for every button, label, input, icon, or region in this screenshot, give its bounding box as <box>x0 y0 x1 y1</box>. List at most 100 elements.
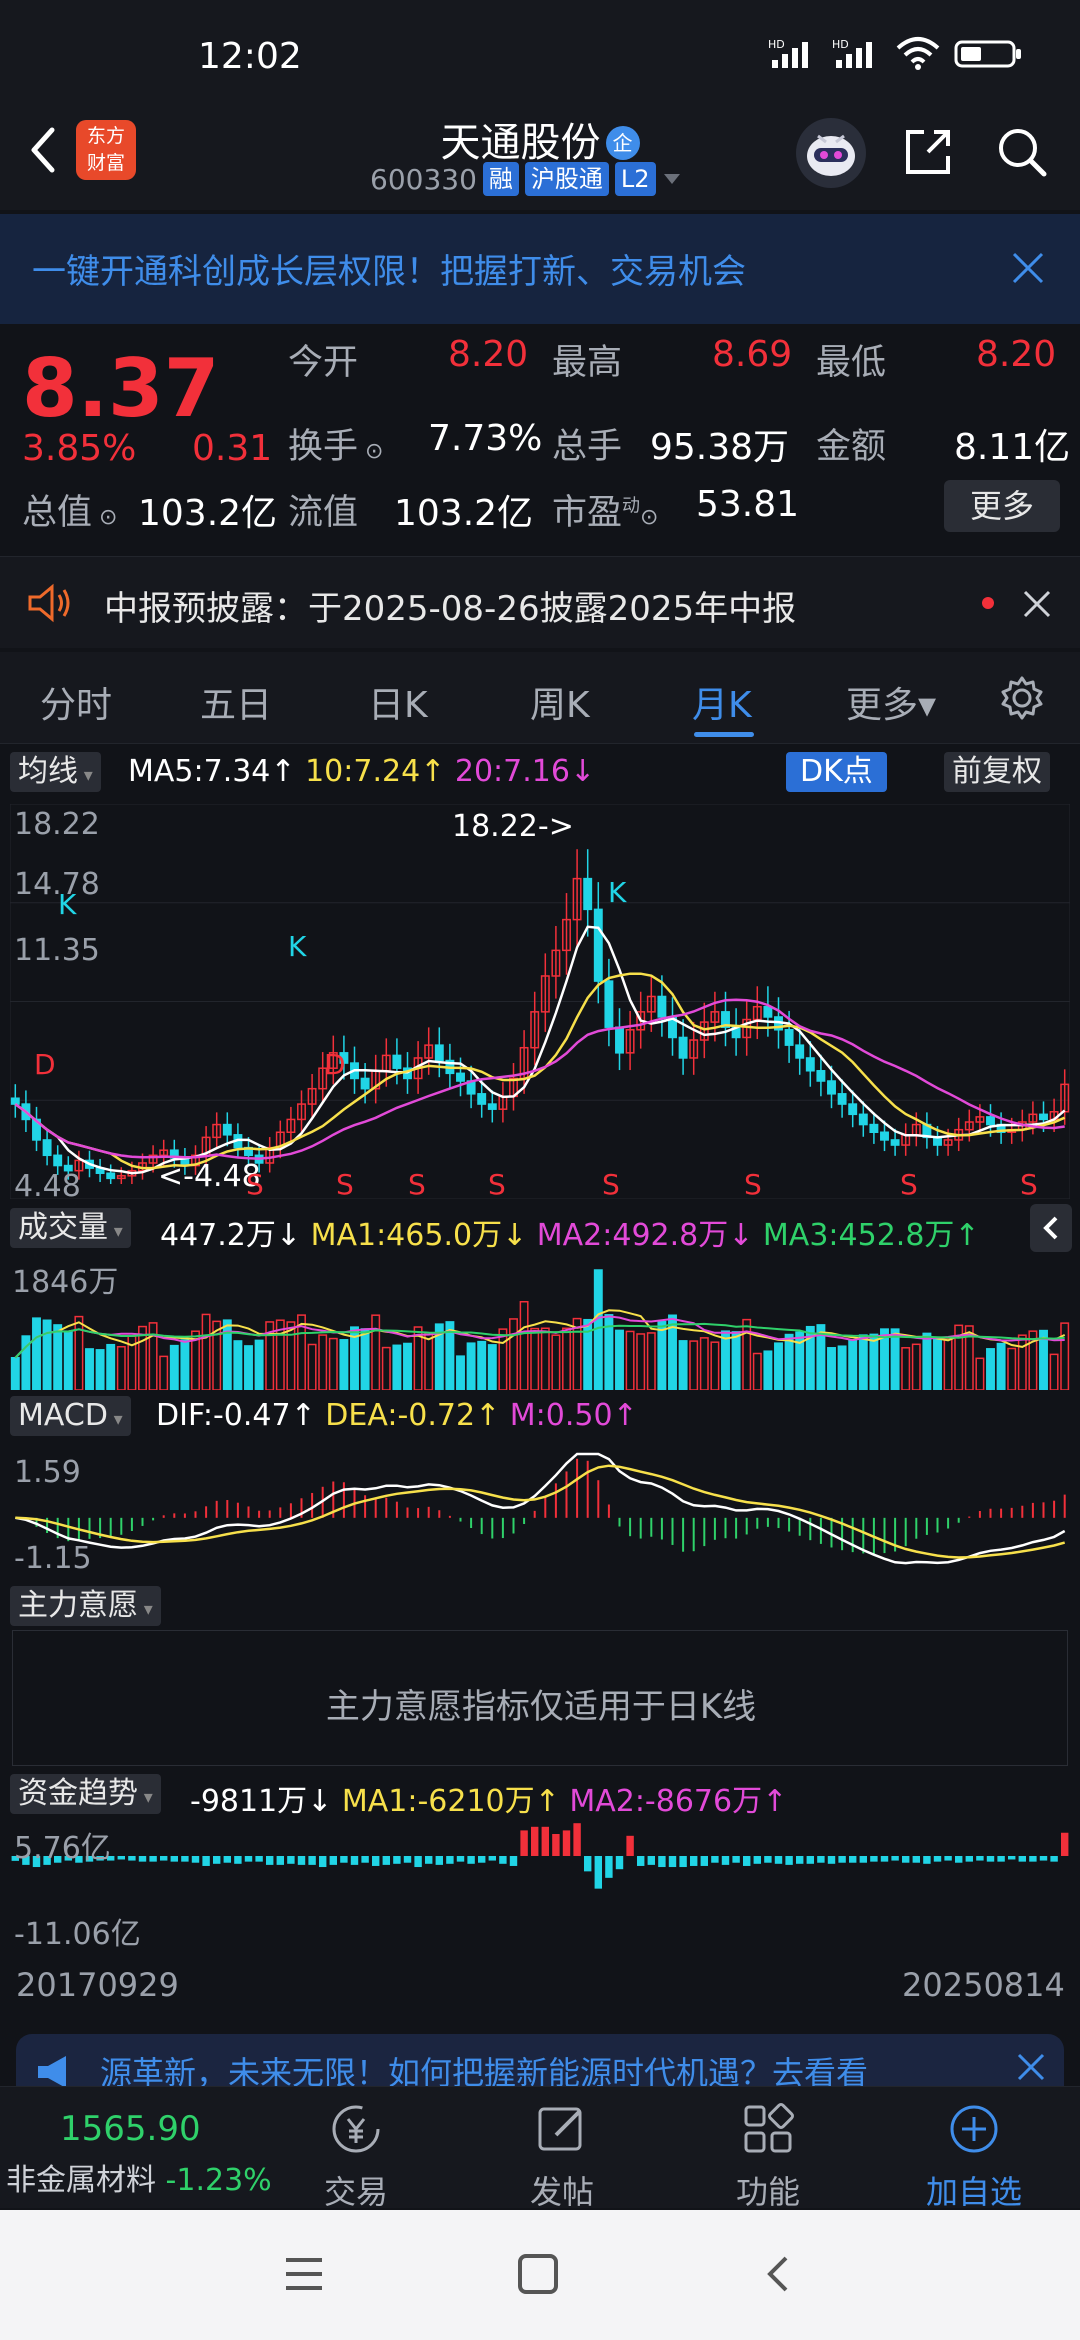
menu-icon[interactable] <box>282 2254 326 2294</box>
robot-assistant-icon[interactable] <box>796 118 866 188</box>
info-icon[interactable]: ⊙ <box>358 439 383 464</box>
post-label: 发帖 <box>529 2173 594 2211</box>
fund-bar <box>1050 1856 1058 1862</box>
fund-bar <box>297 1856 306 1865</box>
promo-banner[interactable]: 一键开通科创成长层权限！把握打新、交易机会 <box>0 214 1080 324</box>
fund-bar <box>933 1856 942 1862</box>
fund-bar <box>859 1856 868 1863</box>
main-power-selector[interactable]: 主力意愿 ▾ <box>10 1586 161 1626</box>
volume-bar <box>169 1344 179 1390</box>
close-icon[interactable] <box>1022 589 1052 619</box>
plus-circle-icon <box>950 2105 998 2153</box>
fund-bar <box>244 1856 253 1862</box>
volume-bar <box>244 1345 253 1390</box>
fund-bar <box>255 1856 263 1862</box>
add-watchlist-button[interactable]: 加自选 <box>904 2101 1044 2213</box>
y-label-2: 14.78 <box>14 867 100 902</box>
macd-chart[interactable]: 1.59 -1.15 <box>10 1444 1070 1574</box>
fund-trend-selector[interactable]: 资金趋势 ▾ <box>10 1774 161 1814</box>
chevron-down-icon[interactable] <box>662 172 682 186</box>
collapse-button[interactable] <box>1030 1204 1072 1252</box>
ma-selector[interactable]: 均线 ▾ <box>10 752 101 792</box>
volume-bar <box>625 1330 635 1390</box>
volume-selector[interactable]: 成交量 ▾ <box>10 1208 131 1248</box>
candle <box>53 1154 63 1167</box>
back-nav-icon[interactable] <box>758 2252 798 2296</box>
volume-bar <box>615 1329 624 1390</box>
search-icon[interactable] <box>994 124 1050 180</box>
volume-bar <box>890 1328 900 1390</box>
volume-bar <box>10 1357 20 1390</box>
ad-text[interactable]: 源革新，未来无限！如何把握新能源时代机遇？去看看 <box>100 2048 980 2090</box>
fund-bar <box>573 1823 581 1856</box>
fund-trend-values: -9811万↓ MA1:-6210万↑ MA2:-8676万↑ <box>190 1776 787 1820</box>
close-icon[interactable] <box>1010 250 1046 286</box>
tab-five-day[interactable]: 五日 <box>200 676 272 728</box>
fund-trend-chart[interactable]: 5.76亿 -11.06亿 <box>10 1822 1070 1952</box>
function-button[interactable]: 功能 <box>698 2101 838 2213</box>
fund-bar <box>689 1856 698 1866</box>
candle <box>858 1113 868 1126</box>
volume-bar <box>381 1346 391 1390</box>
tab-monthly-k[interactable]: 月K <box>692 676 752 728</box>
kline-chart[interactable]: 18.22 14.78 11.35 4.48 18.22-> <-4.48 K … <box>10 804 1070 1199</box>
volume-bar <box>784 1333 794 1390</box>
fund-bar <box>594 1856 603 1889</box>
info-icon[interactable]: ⊙ <box>92 505 117 530</box>
fund-ma2: MA2:-8676万↑ <box>569 1784 788 1819</box>
sector-index-value[interactable]: 1565.90 <box>60 2109 201 2149</box>
post-button[interactable]: 发帖 <box>492 2101 632 2213</box>
home-icon[interactable] <box>516 2252 560 2296</box>
pe-label[interactable]: 市盈动⊙ <box>552 484 658 535</box>
trade-button[interactable]: 交易 <box>286 2101 426 2213</box>
turnover-label[interactable]: 换手 ⊙ <box>288 418 383 469</box>
clock: 12:02 <box>198 36 302 77</box>
adjust-button[interactable]: 前复权 <box>944 752 1050 792</box>
fund-value: -9811万↓ <box>190 1784 333 1819</box>
ad-strip[interactable]: 源革新，未来无限！如何把握新能源时代机遇？去看看 <box>16 2034 1064 2090</box>
k-signal: K <box>58 888 77 921</box>
d-signal: D <box>34 1048 56 1081</box>
fund-bar <box>499 1856 507 1864</box>
macd-selector[interactable]: MACD ▾ <box>10 1396 131 1436</box>
more-button[interactable]: 更多 <box>944 480 1060 532</box>
volume-chart[interactable]: 1846万 <box>10 1258 1070 1390</box>
fund-bar <box>711 1856 719 1863</box>
info-icon[interactable]: ⊙ <box>640 505 658 530</box>
turnover-value: 7.73% <box>428 418 543 459</box>
ma5-value: MA5:7.34↑ <box>128 754 296 789</box>
sector-index[interactable]: 非金属材料 -1.23% <box>6 2155 272 2199</box>
close-icon[interactable] <box>1016 2052 1046 2082</box>
active-tab-indicator <box>694 732 754 737</box>
candle <box>10 1097 20 1105</box>
fund-bar <box>838 1856 846 1863</box>
report-notice[interactable]: 中报预披露：于2025-08-26披露2025年中报 <box>0 556 1080 648</box>
volume-bar <box>339 1339 349 1390</box>
fund-bar <box>520 1830 528 1856</box>
volume-bar <box>1049 1353 1059 1390</box>
share-icon[interactable] <box>900 124 956 180</box>
level2-tag: L2 <box>614 162 656 196</box>
volume-bar <box>986 1348 995 1390</box>
banner-text[interactable]: 一键开通科创成长层权限！把握打新、交易机会 <box>32 244 746 293</box>
tab-intraday[interactable]: 分时 <box>40 676 112 728</box>
candle <box>604 980 614 1028</box>
caret-down-icon: ▾ <box>108 1221 123 1242</box>
tab-weekly-k[interactable]: 周K <box>530 676 590 728</box>
dk-point-button[interactable]: DK点 <box>786 752 887 792</box>
margin-tag: 融 <box>482 162 519 196</box>
gear-icon[interactable] <box>998 674 1046 722</box>
notice-text[interactable]: 中报预披露：于2025-08-26披露2025年中报 <box>104 581 796 630</box>
tab-more[interactable]: 更多▾ <box>846 676 936 728</box>
volume-bar <box>456 1355 465 1390</box>
sector-change: -1.23% <box>165 2163 272 2198</box>
tab-daily-k[interactable]: 日K <box>368 676 428 728</box>
fund-bar <box>795 1856 804 1864</box>
fund-bar <box>827 1856 836 1864</box>
fund-bar <box>467 1856 475 1864</box>
total-cap-label[interactable]: 总值 ⊙ <box>22 484 117 535</box>
fund-bar <box>880 1856 889 1862</box>
fund-bar <box>679 1856 687 1868</box>
fund-bar <box>562 1830 571 1856</box>
volume-bar <box>562 1327 571 1390</box>
